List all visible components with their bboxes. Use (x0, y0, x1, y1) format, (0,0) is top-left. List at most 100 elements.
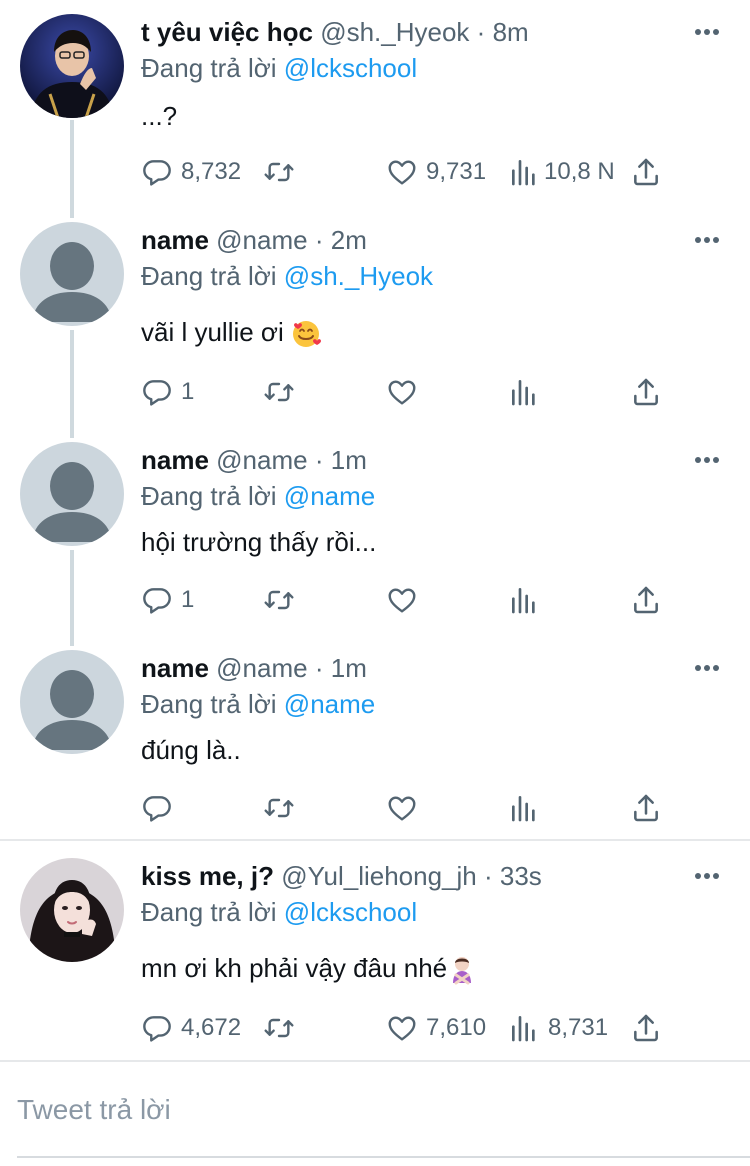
avatar[interactable] (20, 650, 124, 754)
more-options-icon[interactable] (694, 456, 720, 464)
mention-link[interactable]: @sh._Hyeok (284, 261, 433, 291)
retweet-icon (263, 584, 295, 616)
tweet-text-content: vãi l yullie ơi (141, 317, 284, 347)
reply-button[interactable] (141, 788, 181, 828)
display-name[interactable]: name (141, 653, 209, 683)
share-button[interactable] (630, 152, 662, 192)
tweet-text-content: mn ơi kh phải vậy đâu nhé (141, 953, 448, 983)
handle[interactable]: @name (216, 445, 307, 475)
like-button[interactable]: 9,731 (386, 152, 486, 192)
reply-icon (141, 376, 173, 408)
heart-icon (386, 376, 418, 408)
reply-compose-input[interactable]: Tweet trả lời (17, 1090, 171, 1130)
replying-to: Đang trả lời @lckschool (141, 892, 417, 932)
more-options-icon[interactable] (694, 872, 720, 880)
views-button[interactable] (508, 372, 548, 412)
handle[interactable]: @name (216, 653, 307, 683)
views-icon (508, 792, 540, 824)
retweet-button[interactable] (263, 580, 303, 620)
smiling-face-with-hearts-icon (293, 321, 321, 348)
views-icon (508, 1012, 540, 1044)
view-count: 10,8 N (544, 158, 615, 185)
display-name[interactable]: name (141, 445, 209, 475)
separator-dot: · (314, 225, 324, 255)
replying-to: Đang trả lời @name (141, 476, 375, 516)
girl-photo-avatar (20, 858, 124, 962)
reply-button[interactable]: 1 (141, 580, 194, 620)
tweet-text: ...? (141, 101, 178, 131)
replying-to-label: Đang trả lời (141, 689, 277, 719)
like-button[interactable] (386, 788, 426, 828)
default-avatar (20, 650, 124, 754)
avatar[interactable] (20, 858, 124, 962)
mention-link[interactable]: @name (284, 689, 375, 719)
mention-link[interactable]: @lckschool (284, 897, 417, 927)
tweet[interactable]: name @name · 1m Đang trả lời @name đúng … (0, 648, 750, 838)
retweet-button[interactable] (263, 788, 303, 828)
retweet-button[interactable] (263, 152, 303, 192)
more-options-icon[interactable] (694, 236, 720, 244)
default-avatar (20, 442, 124, 546)
share-button[interactable] (630, 788, 662, 828)
tweet[interactable]: name @name · 1m Đang trả lời @name hội t… (0, 440, 750, 640)
retweet-button[interactable] (263, 1008, 303, 1048)
reply-button[interactable]: 8,732 (141, 152, 241, 192)
compose-divider (0, 1060, 750, 1062)
tweet-header: kiss me, j? @Yul_liehong_jh · 33s (141, 856, 542, 896)
more-options-icon[interactable] (694, 28, 720, 36)
share-button[interactable] (630, 580, 662, 620)
share-button[interactable] (630, 1008, 662, 1048)
tweet[interactable]: name @name · 2m Đang trả lời @sh._Hyeok … (0, 220, 750, 420)
timestamp[interactable]: 33s (500, 861, 542, 891)
tweet-header: name @name · 1m (141, 648, 367, 688)
separator-dot: · (476, 17, 486, 47)
retweet-icon (263, 376, 295, 408)
heart-icon (386, 584, 418, 616)
views-button[interactable] (508, 788, 548, 828)
separator-dot: · (314, 653, 324, 683)
share-icon (630, 1012, 662, 1044)
display-name[interactable]: kiss me, j? (141, 861, 274, 891)
avatar[interactable] (20, 222, 124, 326)
avatar[interactable] (20, 442, 124, 546)
reply-count: 1 (181, 378, 195, 405)
tweet[interactable]: t yêu việc học @sh._Hyeok · 8m Đang trả … (0, 12, 750, 212)
replying-to: Đang trả lời @name (141, 684, 375, 724)
share-button[interactable] (630, 372, 662, 412)
avatar[interactable] (20, 14, 124, 118)
retweet-button[interactable] (263, 372, 303, 412)
tweet-text: hội trường thấy rồi... (141, 527, 377, 557)
tweet[interactable]: kiss me, j? @Yul_liehong_jh · 33s Đang t… (0, 856, 750, 1056)
timestamp[interactable]: 1m (331, 445, 367, 475)
more-options-icon[interactable] (694, 664, 720, 672)
views-button[interactable]: 10,8 N (508, 152, 615, 192)
tweet-header: t yêu việc học @sh._Hyeok · 8m (141, 12, 529, 52)
display-name[interactable]: t yêu việc học (141, 17, 313, 47)
display-name[interactable]: name (141, 225, 209, 255)
views-button[interactable]: 8,731 (508, 1008, 608, 1048)
mention-link[interactable]: @lckschool (284, 53, 417, 83)
handle[interactable]: @name (216, 225, 307, 255)
view-count: 8,731 (548, 1014, 609, 1041)
like-button[interactable]: 7,610 (386, 1008, 486, 1048)
like-count: 9,731 (426, 158, 487, 185)
reply-count: 4,672 (181, 1014, 242, 1041)
handle[interactable]: @Yul_liehong_jh (281, 861, 477, 891)
views-button[interactable] (508, 580, 548, 620)
mention-link[interactable]: @name (284, 481, 375, 511)
reply-icon (141, 1012, 173, 1044)
timestamp[interactable]: 8m (493, 17, 529, 47)
heart-icon (386, 792, 418, 824)
handle[interactable]: @sh._Hyeok (320, 17, 469, 47)
like-button[interactable] (386, 372, 426, 412)
replying-to-label: Đang trả lời (141, 481, 277, 511)
reply-button[interactable]: 1 (141, 372, 194, 412)
timestamp[interactable]: 1m (331, 653, 367, 683)
reply-button[interactable]: 4,672 (141, 1008, 241, 1048)
like-button[interactable] (386, 580, 426, 620)
separator-dot: · (314, 445, 324, 475)
timestamp[interactable]: 2m (331, 225, 367, 255)
replying-to-label: Đang trả lời (141, 261, 277, 291)
views-icon (508, 156, 540, 188)
player-photo-avatar (20, 14, 124, 118)
